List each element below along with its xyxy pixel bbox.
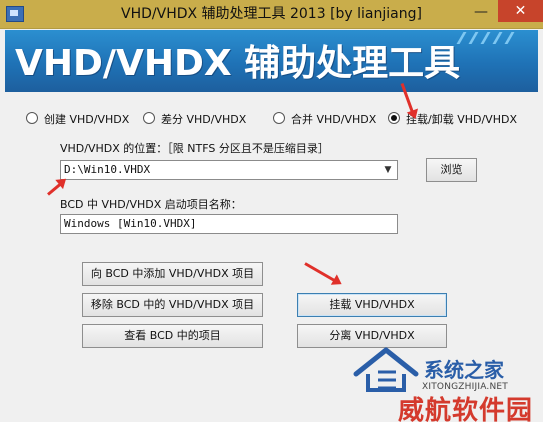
window-title: VHD/VHDX 辅助处理工具 2013 [by lianjiang]	[121, 6, 422, 22]
radio-label: 差分 VHD/VHDX	[161, 113, 247, 126]
radio-circle[interactable]	[26, 112, 38, 124]
bcd-name-label: BCD 中 VHD/VHDX 启动项目名称：	[60, 198, 242, 211]
radio-circle[interactable]	[273, 112, 285, 124]
bcd-name-input[interactable]: Windows [Win10.VHDX]	[60, 214, 398, 234]
bcd-name-value: Windows [Win10.VHDX]	[64, 217, 197, 230]
banner-title: VHD/VHDX 辅助处理工具	[15, 43, 461, 84]
banner-decoration	[450, 30, 530, 50]
watermark-site-name: 系统之家	[424, 358, 504, 382]
app-window: VHD/VHDX 辅助处理工具 2013 [by lianjiang] — ✕ …	[0, 0, 543, 422]
radio-circle-checked[interactable]	[388, 112, 400, 124]
browse-button[interactable]: 浏览	[426, 158, 477, 182]
banner: VHD/VHDX 辅助处理工具	[5, 30, 538, 92]
radio-label: 合并 VHD/VHDX	[291, 113, 377, 126]
location-combobox[interactable]: D:\Win10.VHDX ▼	[60, 160, 398, 180]
close-button[interactable]: ✕	[498, 0, 543, 22]
chevron-down-icon[interactable]: ▼	[381, 163, 395, 177]
title-bar[interactable]: VHD/VHDX 辅助处理工具 2013 [by lianjiang] — ✕	[0, 0, 543, 29]
add-bcd-entry-button[interactable]: 向 BCD 中添加 VHD/VHDX 项目	[82, 262, 263, 286]
annotation-arrow	[47, 181, 63, 196]
remove-bcd-entry-button[interactable]: 移除 BCD 中的 VHD/VHDX 项目	[82, 293, 263, 317]
radio-circle[interactable]	[143, 112, 155, 124]
view-bcd-entries-button[interactable]: 查看 BCD 中的项目	[82, 324, 263, 348]
watermark-brand: 威航软件园	[398, 396, 534, 422]
location-value: D:\Win10.VHDX	[64, 163, 151, 176]
mount-vhd-button[interactable]: 挂载 VHD/VHDX	[297, 293, 447, 317]
radio-label: 创建 VHD/VHDX	[44, 113, 130, 126]
radio-label: 挂载/卸载 VHD/VHDX	[406, 113, 517, 126]
location-label: VHD/VHDX 的位置：［限 NTFS 分区且不是压缩目录］	[60, 142, 329, 155]
watermark-house-icon	[353, 347, 419, 392]
annotation-arrow	[304, 262, 337, 283]
minimize-button[interactable]: —	[468, 2, 494, 24]
